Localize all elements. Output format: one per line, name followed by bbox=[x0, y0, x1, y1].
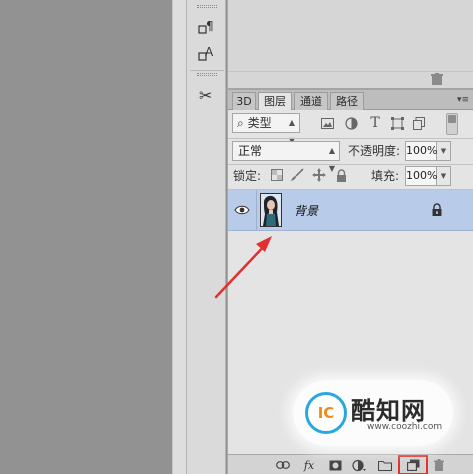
new-adjustment-layer-icon[interactable] bbox=[352, 458, 366, 472]
opacity-dropdown-button[interactable]: ▼ bbox=[437, 141, 451, 161]
fill-label: 填充: bbox=[371, 169, 400, 183]
layers-tabbar: 3D 图层 通道 路径 ▾≡ bbox=[228, 90, 473, 111]
blend-mode-value: 正常 bbox=[238, 144, 263, 158]
upper-panel-footer-line bbox=[228, 71, 473, 72]
svg-text:¶: ¶ bbox=[206, 19, 214, 33]
panel-menu-button[interactable]: ▾≡ bbox=[456, 94, 470, 106]
watermark-url: www.coozhi.com bbox=[367, 422, 443, 432]
shape-layer-filter-icon[interactable] bbox=[390, 116, 404, 130]
tool-presets-button[interactable]: ✂ bbox=[194, 83, 220, 107]
lock-row: 锁定: 填充: 100% ▼ bbox=[228, 164, 473, 189]
fill-dropdown-button[interactable]: ▼ bbox=[437, 166, 451, 186]
opacity-label: 不透明度: bbox=[348, 144, 401, 158]
layer-style-fx-icon[interactable]: fx bbox=[302, 458, 316, 472]
lock-position-icon[interactable] bbox=[312, 168, 326, 182]
adjustment-layer-filter-icon[interactable] bbox=[344, 116, 358, 130]
document-canvas-area[interactable] bbox=[0, 0, 172, 474]
watermark-logo: IC bbox=[305, 392, 347, 434]
watermark-badge: IC 酷知网 www.coozhi.com bbox=[293, 380, 453, 446]
svg-text:A: A bbox=[205, 45, 214, 59]
paragraph-styles-icon: ¶ bbox=[198, 19, 214, 34]
opacity-field[interactable]: 100% bbox=[405, 141, 437, 161]
character-styles-icon: A bbox=[198, 45, 214, 61]
tab-paths[interactable]: 路径 bbox=[330, 92, 364, 110]
filter-toggle-knob bbox=[448, 115, 456, 123]
layer-filter-row: ⌕ 类型 ▲▼ T bbox=[228, 110, 473, 145]
tab-3d[interactable]: 3D bbox=[232, 92, 256, 110]
delete-layer-icon[interactable] bbox=[432, 458, 446, 472]
tool-presets-icon: ✂ bbox=[199, 86, 212, 104]
new-group-folder-icon[interactable] bbox=[378, 458, 392, 472]
character-styles-button[interactable]: A bbox=[194, 41, 220, 65]
tab-layers[interactable]: 图层 bbox=[258, 92, 292, 111]
filter-kind-select[interactable]: ⌕ 类型 ▲▼ bbox=[232, 113, 300, 145]
filter-kind-label: 类型 bbox=[247, 116, 272, 130]
blend-row: 正常 ▲ ▼ 不透明度: 100% ▼ bbox=[228, 138, 473, 173]
layer-lock-icon bbox=[432, 203, 442, 216]
tab-channels[interactable]: 通道 bbox=[294, 92, 328, 110]
canvas-scroll-edge bbox=[172, 0, 186, 474]
layers-bottom-bar: fx bbox=[228, 454, 473, 474]
lock-all-icon[interactable] bbox=[334, 168, 348, 182]
search-icon: ⌕ bbox=[237, 116, 244, 130]
visibility-toggle[interactable] bbox=[233, 202, 251, 218]
trash-icon[interactable] bbox=[430, 73, 444, 86]
layer-thumbnail[interactable] bbox=[260, 193, 282, 227]
new-layer-highlight-box bbox=[398, 455, 428, 474]
lock-label: 锁定: bbox=[233, 169, 262, 183]
collapsed-panel-strip: ¶ A ✂ bbox=[186, 0, 226, 474]
fill-field[interactable]: 100% bbox=[405, 166, 437, 186]
pixel-layer-filter-icon[interactable] bbox=[320, 116, 334, 130]
add-mask-icon[interactable] bbox=[328, 458, 342, 472]
layer-name[interactable]: 背景 bbox=[294, 202, 318, 219]
svg-text:✂: ✂ bbox=[199, 86, 212, 104]
panel-grip[interactable] bbox=[197, 73, 217, 76]
link-layers-icon[interactable] bbox=[276, 458, 290, 472]
paragraph-styles-button[interactable]: ¶ bbox=[194, 15, 220, 39]
watermark-title: 酷知网 bbox=[351, 397, 426, 425]
eye-icon bbox=[234, 205, 250, 215]
lock-image-pixels-icon[interactable] bbox=[290, 168, 304, 182]
blend-mode-select[interactable]: 正常 ▲ ▼ bbox=[232, 141, 340, 173]
smart-object-filter-icon[interactable] bbox=[412, 116, 426, 130]
type-layer-filter-icon[interactable]: T bbox=[368, 115, 382, 131]
tool-strip-separator bbox=[190, 70, 224, 71]
lock-transparent-pixels-icon[interactable] bbox=[270, 168, 284, 182]
panel-grip[interactable] bbox=[197, 5, 217, 8]
layer-row-separator bbox=[256, 190, 257, 231]
filter-toggle-switch[interactable] bbox=[446, 113, 458, 135]
layer-row[interactable]: 背景 bbox=[228, 190, 473, 231]
